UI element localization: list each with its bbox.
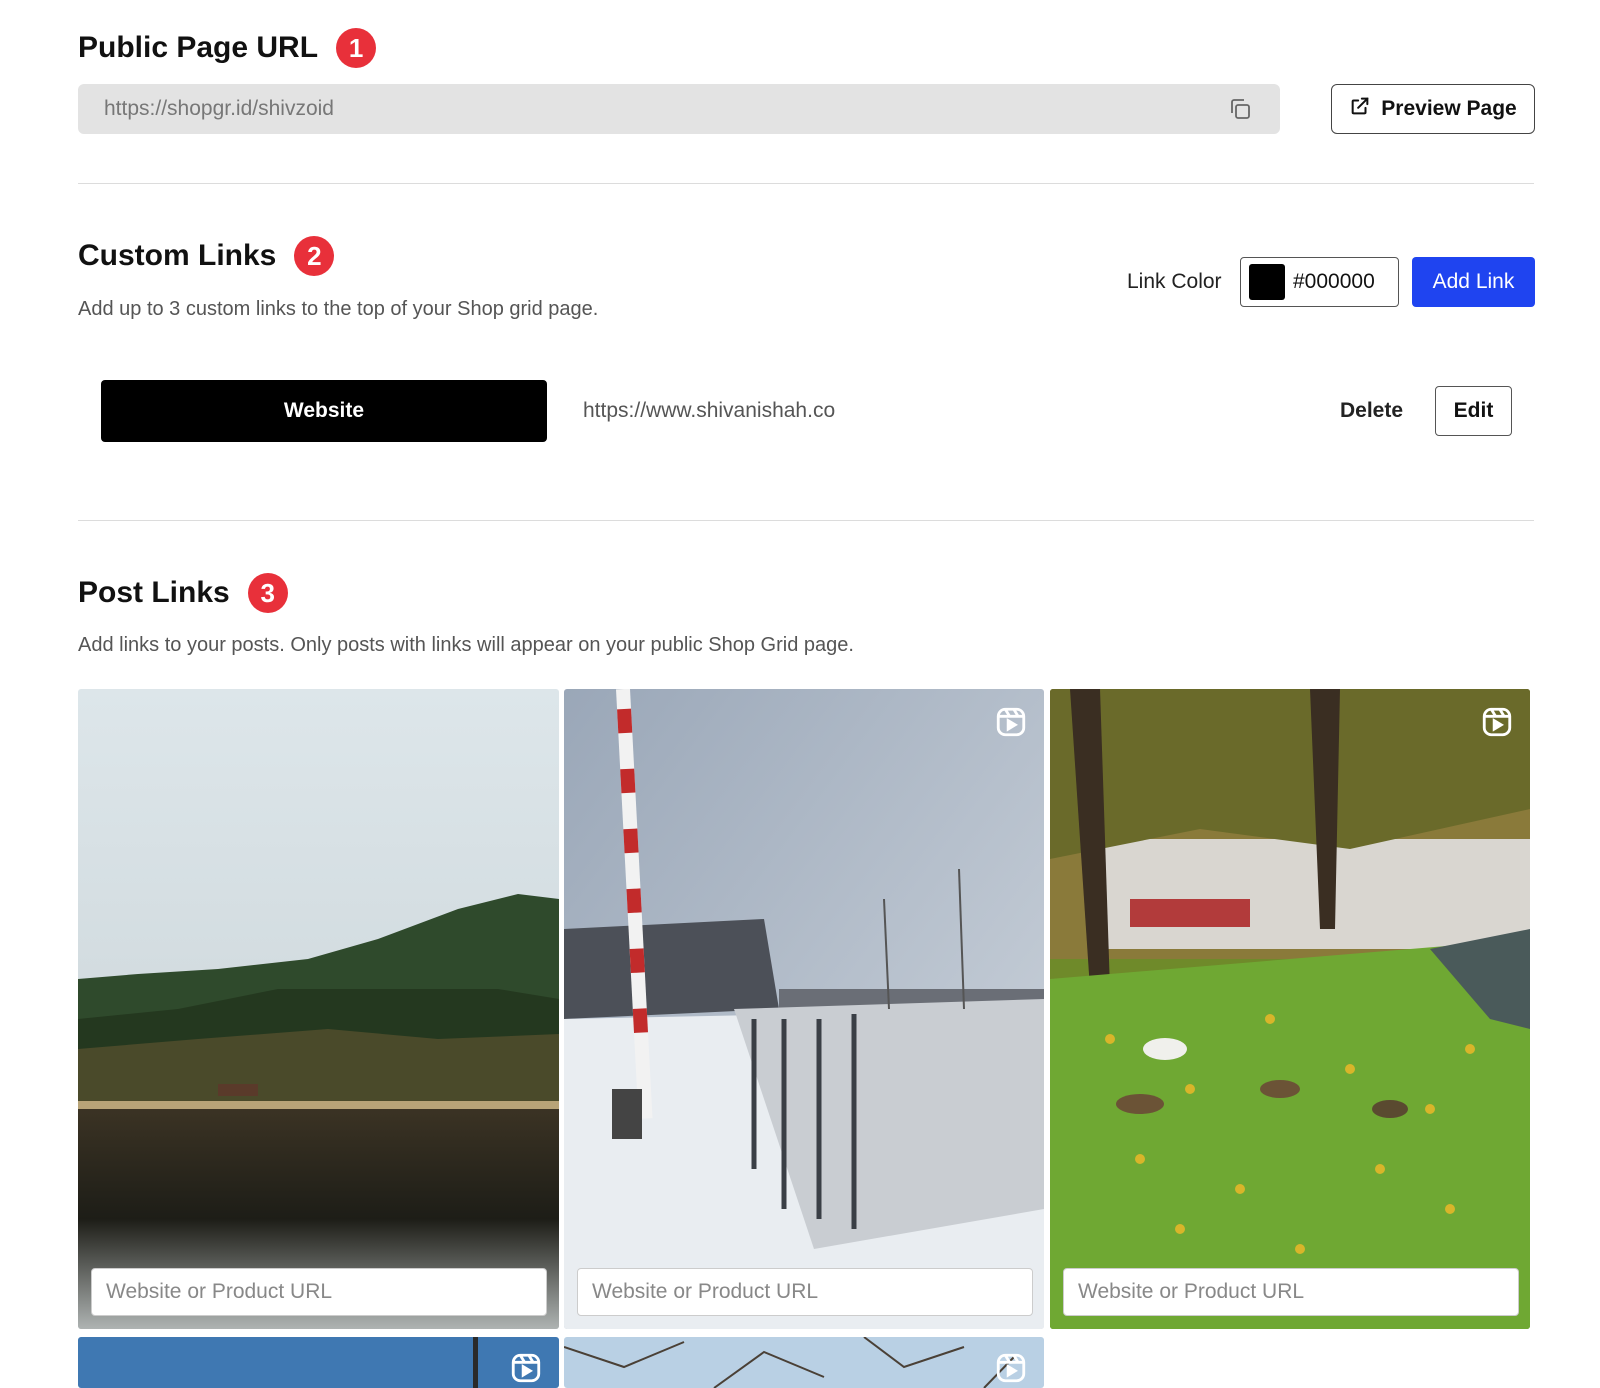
post-tile[interactable] <box>564 1337 1044 1388</box>
section-divider <box>78 520 1534 521</box>
post-links-title: Post Links <box>78 576 230 609</box>
custom-link-url: https://www.shivanishah.co <box>583 399 836 422</box>
reel-icon <box>996 707 1026 737</box>
post-image-park <box>1050 689 1530 1329</box>
edit-link-button[interactable]: Edit <box>1435 386 1512 436</box>
reel-icon <box>511 1353 541 1383</box>
external-link-icon <box>1349 95 1371 123</box>
post-url-input[interactable] <box>1063 1268 1519 1316</box>
post-tile[interactable] <box>78 1337 559 1388</box>
preview-page-button[interactable]: Preview Page <box>1331 84 1535 134</box>
reel-icon <box>1482 707 1512 737</box>
section-divider <box>78 183 1534 184</box>
step-badge-3: 3 <box>247 573 288 613</box>
public-page-url-title: Public Page URL <box>78 31 319 64</box>
link-color-value: #000000 <box>1293 270 1375 293</box>
post-image-sky <box>78 1337 559 1388</box>
post-links-subtitle: Add links to your posts. Only posts with… <box>78 634 854 656</box>
reel-icon <box>996 1353 1026 1383</box>
link-color-label: Link Color <box>1127 270 1222 293</box>
public-url-field[interactable]: https://shopgr.id/shivzoid <box>78 84 1280 134</box>
post-links-heading: Post Links 3 <box>78 573 288 613</box>
post-url-input[interactable] <box>577 1268 1033 1316</box>
public-url-text: https://shopgr.id/shivzoid <box>104 97 334 120</box>
add-link-button[interactable]: Add Link <box>1412 257 1535 307</box>
preview-page-label: Preview Page <box>1381 97 1517 120</box>
color-swatch[interactable] <box>1249 264 1285 300</box>
post-image-lake <box>78 689 559 1329</box>
copy-icon[interactable] <box>1226 95 1254 123</box>
post-url-input[interactable] <box>91 1268 547 1316</box>
delete-link-button[interactable]: Delete <box>1340 399 1403 423</box>
custom-links-title: Custom Links <box>78 239 277 272</box>
post-tile[interactable] <box>564 689 1044 1329</box>
link-color-input[interactable]: #000000 <box>1240 257 1399 307</box>
post-tile[interactable] <box>1050 689 1530 1329</box>
post-tile[interactable] <box>78 689 559 1329</box>
post-image-snow <box>564 689 1044 1329</box>
custom-links-heading: Custom Links 2 <box>78 236 335 276</box>
custom-link-preview-button[interactable]: Website <box>101 380 547 442</box>
post-image-branches <box>564 1337 1044 1388</box>
step-badge-2: 2 <box>294 236 335 276</box>
public-page-url-heading: Public Page URL 1 <box>78 28 377 68</box>
custom-links-subtitle: Add up to 3 custom links to the top of y… <box>78 298 599 320</box>
step-badge-1: 1 <box>336 28 377 68</box>
